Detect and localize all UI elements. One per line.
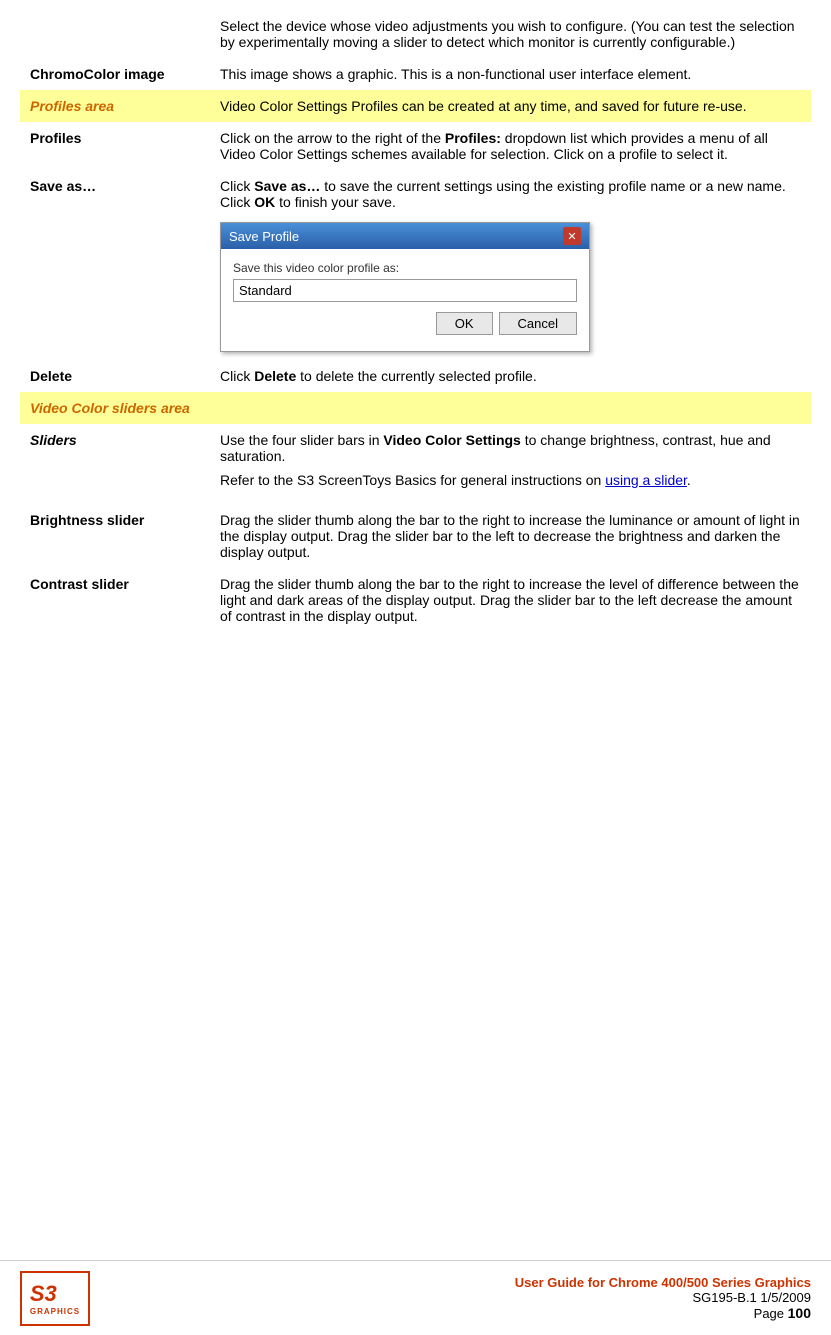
profiles-label: Profiles — [20, 122, 210, 170]
saveas-desc: Click Save as… to save the current setti… — [210, 170, 811, 360]
sliders-p2: Refer to the S3 ScreenToys Basics for ge… — [220, 472, 801, 488]
sliders-label: Sliders — [20, 424, 210, 504]
saveas-row: Save as… Click Save as… to save the curr… — [20, 170, 811, 360]
profiles-desc-bold: Profiles: — [445, 130, 501, 146]
brightness-row: Brightness slider Drag the slider thumb … — [20, 504, 811, 568]
delete-prefix: Click — [220, 368, 254, 384]
sliders-p1: Use the four slider bars in Video Color … — [220, 432, 801, 464]
footer-page-label: Page — [754, 1306, 788, 1321]
profiles-desc: Click on the arrow to the right of the P… — [210, 122, 811, 170]
delete-row: Delete Click Delete to delete the curren… — [20, 360, 811, 392]
contrast-label: Contrast slider — [20, 568, 210, 632]
profiles-area-row: Profiles area Video Color Settings Profi… — [20, 90, 811, 122]
dialog-cancel-button[interactable]: Cancel — [499, 312, 577, 335]
saveas-prefix: Click — [220, 178, 254, 194]
content-table: Select the device whose video adjustment… — [20, 10, 811, 632]
saveas-label: Save as… — [20, 170, 210, 360]
dialog-ok-button[interactable]: OK — [436, 312, 493, 335]
profiles-desc-prefix: Click on the arrow to the right of the — [220, 130, 445, 146]
footer-page-number: 100 — [788, 1305, 811, 1321]
video-color-sliders-desc — [210, 392, 811, 424]
dialog-body: Save this video color profile as: OK Can… — [221, 249, 589, 351]
intro-right: Select the device whose video adjustment… — [210, 10, 811, 58]
sliders-desc: Use the four slider bars in Video Color … — [210, 424, 811, 504]
chromo-label: ChromoColor image — [20, 58, 210, 90]
chromo-row: ChromoColor image This image shows a gra… — [20, 58, 811, 90]
footer-page: Page 100 — [515, 1305, 811, 1321]
saveas-suffix: to finish your save. — [275, 194, 396, 210]
saveas-bold2: OK — [254, 194, 275, 210]
brightness-label: Brightness slider — [20, 504, 210, 568]
sliders-p2-suffix: . — [687, 472, 691, 488]
video-color-sliders-row: Video Color sliders area — [20, 392, 811, 424]
sliders-p2-prefix: Refer to the S3 ScreenToys Basics for ge… — [220, 472, 605, 488]
saveas-bold1: Save as… — [254, 178, 320, 194]
sliders-row: Sliders Use the four slider bars in Vide… — [20, 424, 811, 504]
logo-s3-text: S3 — [30, 1281, 80, 1307]
video-color-sliders-label: Video Color sliders area — [20, 392, 210, 424]
brightness-desc: Drag the slider thumb along the bar to t… — [210, 504, 811, 568]
dialog-close-button[interactable]: ✕ — [563, 227, 581, 245]
dialog-title: Save Profile — [229, 229, 299, 244]
logo-inner: S3 GRAPHICS — [30, 1281, 80, 1316]
footer-text-block: User Guide for Chrome 400/500 Series Gra… — [515, 1275, 811, 1321]
dialog-profile-name-input[interactable] — [233, 279, 577, 302]
chromo-desc: This image shows a graphic. This is a no… — [210, 58, 811, 90]
page-footer: S3 GRAPHICS User Guide for Chrome 400/50… — [0, 1260, 831, 1335]
profiles-row: Profiles Click on the arrow to the right… — [20, 122, 811, 170]
delete-bold: Delete — [254, 368, 296, 384]
page-content: Select the device whose video adjustment… — [0, 0, 831, 712]
profiles-area-label: Profiles area — [20, 90, 210, 122]
dialog-buttons: OK Cancel — [233, 312, 577, 339]
delete-suffix: to delete the currently selected profile… — [296, 368, 536, 384]
logo-graphics-text: GRAPHICS — [30, 1307, 80, 1316]
sliders-p1-bold: Video Color Settings — [383, 432, 520, 448]
profiles-area-desc: Video Color Settings Profiles can be cre… — [210, 90, 811, 122]
footer-guide-title: User Guide for Chrome 400/500 Series Gra… — [515, 1275, 811, 1290]
delete-label: Delete — [20, 360, 210, 392]
saveas-text: Click Save as… to save the current setti… — [220, 178, 801, 210]
sliders-p1-prefix: Use the four slider bars in — [220, 432, 383, 448]
s3-graphics-logo: S3 GRAPHICS — [20, 1271, 90, 1326]
contrast-desc: Drag the slider thumb along the bar to t… — [210, 568, 811, 632]
save-profile-dialog: Save Profile ✕ Save this video color pro… — [220, 222, 590, 352]
dialog-titlebar: Save Profile ✕ — [221, 223, 589, 249]
footer-version-date: SG195-B.1 1/5/2009 — [515, 1290, 811, 1305]
contrast-row: Contrast slider Drag the slider thumb al… — [20, 568, 811, 632]
delete-desc: Click Delete to delete the currently sel… — [210, 360, 811, 392]
intro-left — [20, 10, 210, 58]
using-a-slider-link[interactable]: using a slider — [605, 472, 687, 488]
intro-row: Select the device whose video adjustment… — [20, 10, 811, 58]
dialog-label: Save this video color profile as: — [233, 261, 577, 275]
